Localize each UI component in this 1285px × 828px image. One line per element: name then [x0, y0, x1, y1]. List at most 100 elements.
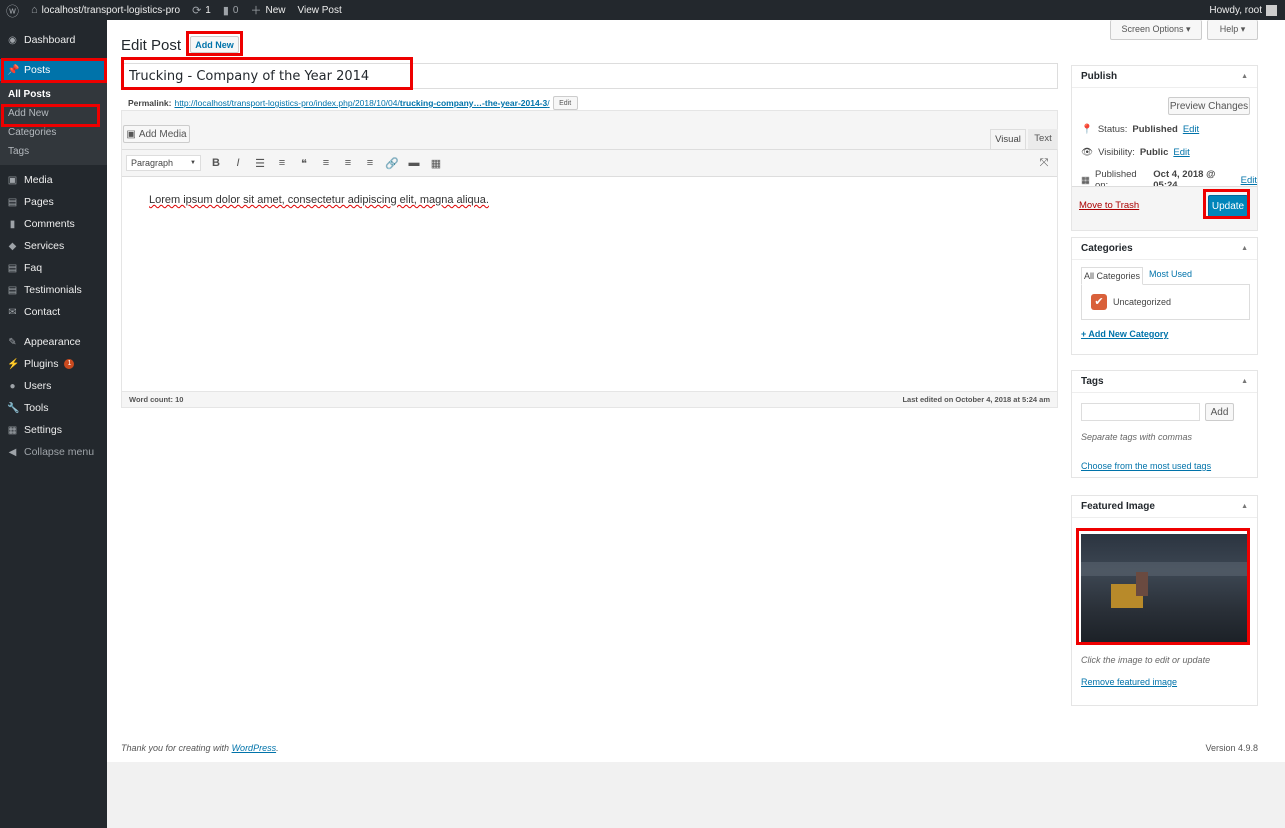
testimonial-icon: ▤ [7, 284, 18, 296]
add-new-category-link[interactable]: + Add New Category [1081, 329, 1168, 339]
sidebar-item-plugins[interactable]: ⚡ Plugins 1 [0, 353, 107, 375]
sidebar-item-contact[interactable]: ✉ Contact [0, 301, 107, 323]
media-icon: ▣ [126, 128, 136, 140]
comment-icon: ▮ [222, 4, 229, 17]
featured-image-box: Featured Image ▲ Click the image to edit … [1071, 495, 1258, 706]
preview-changes-button[interactable]: Preview Changes [1168, 97, 1250, 115]
site-link[interactable]: ⌂ localhost/transport-logistics-pro [31, 4, 180, 16]
eye-icon: 👁 [1081, 147, 1094, 158]
page-title: Edit Post [121, 37, 182, 54]
word-count: Word count: 10 [129, 395, 184, 404]
screen-options-button[interactable]: Screen Options ▾ [1110, 20, 1202, 40]
new-link[interactable]: ＋ New [250, 2, 285, 18]
admin-sidebar: ◉ Dashboard 📌 Posts All Posts Add New Categori… [0, 20, 107, 828]
read-more-icon[interactable]: ▬ [403, 157, 425, 169]
plugin-update-badge: 1 [64, 359, 75, 369]
italic-icon[interactable]: I [227, 157, 249, 169]
add-media-button[interactable]: ▣ Add Media [123, 125, 190, 143]
remove-featured-image-link[interactable]: Remove featured image [1081, 677, 1177, 687]
version: Version 4.9.8 [1205, 743, 1258, 753]
categories-box: Categories ▲ All Categories Most Used ✔ U… [1071, 237, 1258, 355]
permalink: Permalink: http://localhost/transport-lo… [128, 96, 578, 110]
featured-image[interactable] [1081, 534, 1247, 642]
add-new-button[interactable]: Add New [190, 36, 239, 53]
numbered-list-icon[interactable]: ≡ [271, 157, 293, 169]
submenu-item-add-new[interactable]: Add New [0, 104, 107, 123]
tab-all-categories[interactable]: All Categories [1081, 267, 1143, 285]
sidebar-item-pages[interactable]: ▤ Pages [0, 191, 107, 213]
permalink-edit-button[interactable]: Edit [552, 96, 578, 110]
collapse-toggle-icon[interactable]: ▲ [1241, 378, 1248, 385]
comments-link[interactable]: ▮ 0 [223, 4, 239, 17]
sidebar-item-dashboard[interactable]: ◉ Dashboard [0, 29, 107, 51]
editor-content[interactable]: Lorem ipsum dolor sit amet, consectetur … [122, 177, 1057, 391]
sidebar-item-posts[interactable]: 📌 Posts [0, 59, 107, 81]
footer-thanks: Thank you for creating with WordPress. [121, 743, 279, 753]
format-select[interactable]: Paragraph ▼ [126, 155, 201, 171]
plugin-icon: ⚡ [7, 358, 20, 370]
tags-box: Tags ▲ Add Separate tags with commas Choo… [1071, 370, 1258, 478]
account-menu[interactable]: Howdy, root [1209, 0, 1277, 20]
collapse-icon: ◀ [8, 446, 17, 458]
choose-tags-link[interactable]: Choose from the most used tags [1081, 461, 1211, 471]
add-tag-button[interactable]: Add [1205, 403, 1234, 421]
fullscreen-icon[interactable]: ⤧ [1033, 157, 1055, 170]
align-left-icon[interactable]: ≡ [315, 157, 337, 169]
collapse-toggle-icon[interactable]: ▲ [1241, 503, 1248, 510]
tag-input[interactable] [1081, 403, 1200, 421]
last-edited: Last edited on October 4, 2018 at 5:24 a… [902, 395, 1050, 404]
status-edit-link[interactable]: Edit [1183, 124, 1199, 135]
sidebar-item-media[interactable]: ▣ Media [0, 169, 107, 191]
submenu-item-tags[interactable]: Tags [0, 142, 107, 161]
dashboard-icon: ◉ [8, 34, 17, 46]
update-button[interactable]: Update [1208, 195, 1248, 217]
pin-icon: 📌 [7, 64, 20, 76]
bullet-list-icon[interactable]: ☰ [249, 157, 271, 170]
collapse-toggle-icon[interactable]: ▲ [1241, 245, 1248, 252]
submenu-item-categories[interactable]: Categories [0, 123, 107, 142]
view-post-link[interactable]: View Post [297, 5, 341, 16]
wordpress-logo-icon[interactable]: ⓦ [6, 1, 19, 20]
home-icon: ⌂ [31, 4, 38, 16]
sidebar-item-testimonials[interactable]: ▤ Testimonials [0, 279, 107, 301]
updates-link[interactable]: ⟳ 1 [192, 4, 211, 17]
sidebar-item-appearance[interactable]: ✎ Appearance [0, 331, 107, 353]
sidebar-item-users[interactable]: ● Users [0, 375, 107, 397]
align-center-icon[interactable]: ≡ [337, 157, 359, 169]
permalink-link[interactable]: http://localhost/transport-logistics-pro… [174, 98, 549, 108]
wordpress-link[interactable]: WordPress [232, 743, 277, 753]
move-to-trash-link[interactable]: Move to Trash [1079, 200, 1139, 211]
refresh-icon: ⟳ [192, 4, 202, 17]
link-icon[interactable]: 🔗 [381, 157, 403, 170]
submenu-item-all-posts[interactable]: All Posts [0, 85, 107, 104]
collapse-toggle-icon[interactable]: ▲ [1241, 73, 1248, 80]
editor-status-bar: Word count: 10 Last edited on October 4,… [122, 391, 1057, 407]
sidebar-item-collapse-menu[interactable]: ◀ Collapse menu [0, 441, 107, 463]
sidebar-item-settings[interactable]: ▦ Settings [0, 419, 107, 441]
pin-icon: 📍 [1081, 124, 1093, 135]
date-edit-link[interactable]: Edit [1241, 175, 1257, 186]
tab-visual[interactable]: Visual [990, 129, 1026, 149]
category-list: ✔ Uncategorized [1081, 284, 1250, 320]
comment-icon: ▮ [9, 218, 16, 230]
blockquote-icon[interactable]: ❝ [293, 157, 315, 170]
bold-icon[interactable]: B [205, 157, 227, 169]
sidebar-item-comments[interactable]: ▮ Comments [0, 213, 107, 235]
align-right-icon[interactable]: ≡ [359, 157, 381, 169]
faq-icon: ▤ [7, 262, 18, 274]
tags-hint: Separate tags with commas [1081, 432, 1193, 442]
help-button[interactable]: Help ▾ [1207, 20, 1258, 40]
tab-text[interactable]: Text [1028, 129, 1058, 149]
visibility-edit-link[interactable]: Edit [1173, 147, 1189, 158]
featured-hint: Click the image to edit or update [1081, 655, 1211, 665]
checkbox-checked-icon[interactable]: ✔ [1091, 294, 1107, 310]
sidebar-item-faq[interactable]: ▤ Faq [0, 257, 107, 279]
sidebar-item-services[interactable]: ◆ Services [0, 235, 107, 257]
brush-icon: ✎ [8, 336, 17, 348]
post-title-input[interactable] [121, 63, 1058, 89]
toolbar-toggle-icon[interactable]: ▦ [425, 157, 447, 170]
tab-most-used[interactable]: Most Used [1149, 269, 1192, 279]
pages-icon: ▤ [7, 196, 18, 208]
sidebar-item-tools[interactable]: 🔧 Tools [0, 397, 107, 419]
wrench-icon: 🔧 [7, 402, 20, 414]
